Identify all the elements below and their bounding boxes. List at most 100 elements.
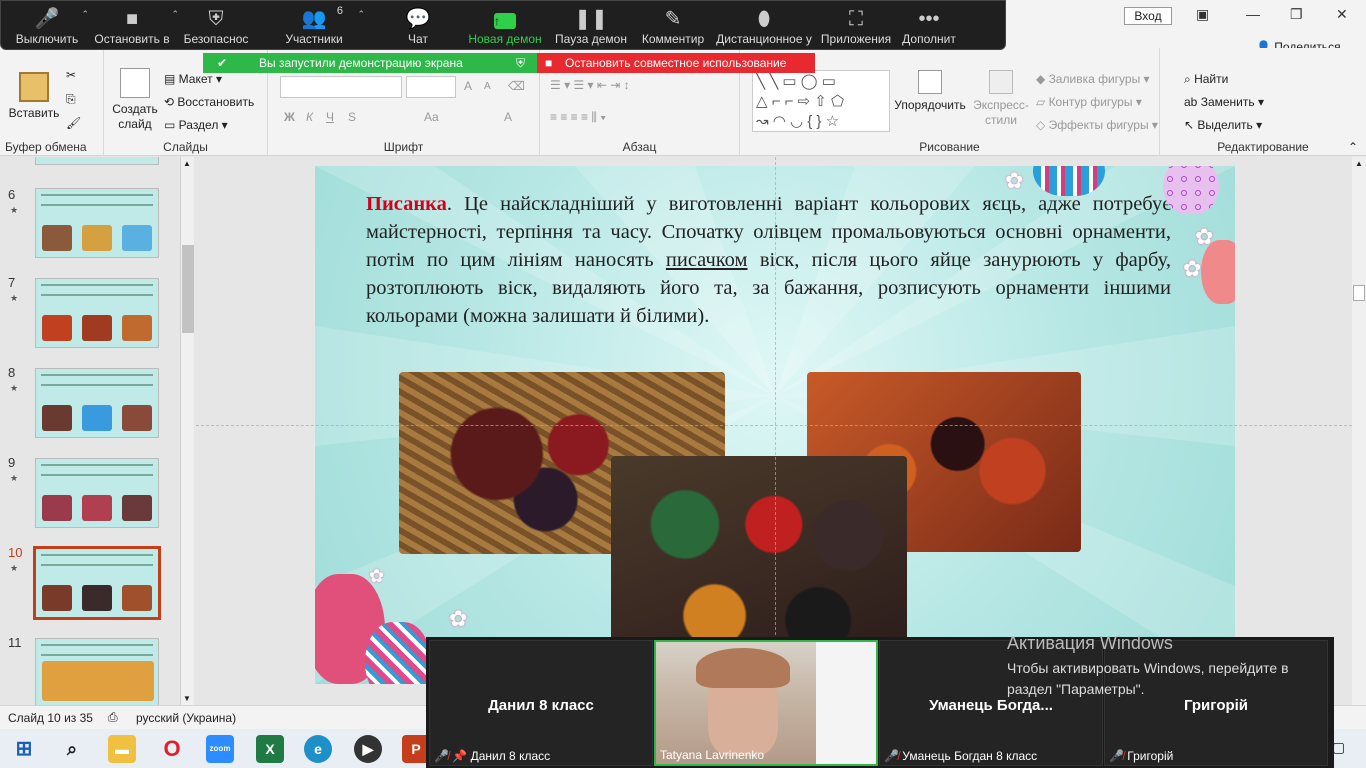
drawing-group-label: Рисование — [919, 140, 980, 154]
shape-fill-button[interactable]: ◆ Заливка фигуры ▾ — [1036, 72, 1150, 86]
increase-font-icon[interactable]: A — [464, 79, 472, 93]
decorative-egg — [365, 622, 431, 684]
stop-icon: ■ — [545, 56, 553, 70]
editing-group-label: Редактирование — [1217, 140, 1309, 154]
new-slide-button[interactable]: Создать слайд — [110, 68, 160, 132]
shape-outline-button[interactable]: ▱ Контур фигуры ▾ — [1036, 95, 1142, 109]
chevron-up-icon[interactable]: ⌃ — [357, 9, 365, 20]
participant-tile-video[interactable]: Tatyana Lavrinenko — [654, 640, 878, 766]
bold-button[interactable]: Ж — [284, 110, 295, 124]
copy-icon[interactable]: ⎘ — [66, 92, 76, 107]
slide-thumbnail-7[interactable] — [35, 278, 159, 348]
windows-start-icon[interactable]: ⊞ — [10, 735, 38, 763]
participant-label: 🎤̸ Уманець Богдан 8 класс — [884, 749, 1037, 763]
participant-label: 🎤̸ Григорій — [1109, 749, 1173, 763]
slide-thumbnail-9[interactable] — [35, 458, 159, 528]
participant-name: Данил 8 класс — [488, 697, 594, 714]
slide-thumbnail-8[interactable] — [35, 368, 159, 438]
excel-icon[interactable]: X — [256, 735, 284, 763]
shape-effects-button[interactable]: ◇ Эффекты фигуры ▾ — [1036, 118, 1158, 132]
stop-video-button[interactable]: ■ Остановить в ⌃ — [87, 1, 179, 49]
check-icon: ✔ — [217, 56, 228, 70]
quick-styles-button[interactable]: Экспресс-стили — [968, 70, 1034, 128]
slide-thumbnail-11[interactable] — [35, 638, 159, 705]
file-explorer-icon[interactable]: ▬ — [108, 735, 136, 763]
select-button[interactable]: ↖ Выделить ▾ — [1184, 118, 1262, 132]
slide-thumbnail-6[interactable] — [35, 188, 159, 258]
reset-button[interactable]: ⟲ Восстановить — [164, 95, 254, 109]
slide-number: 9 — [8, 455, 16, 470]
arrange-button[interactable]: Упорядочить — [892, 70, 968, 113]
change-case-button[interactable]: Aa — [424, 110, 439, 124]
participants-icon: 👥 — [301, 8, 327, 30]
scroll-up-icon[interactable]: ▲ — [183, 159, 191, 168]
flower-icon: ✿ — [1195, 224, 1214, 249]
search-icon[interactable]: ⌕ — [58, 735, 86, 763]
new-share-button[interactable]: ↑ Новая демон — [463, 1, 547, 49]
slide-body-text[interactable]: Писанка. Це найскладніший у виготовленні… — [366, 190, 1171, 330]
apps-button[interactable]: ⛶ Приложения — [817, 1, 895, 49]
chat-button[interactable]: 💬 Чат — [373, 1, 463, 49]
slide-thumbnail-5[interactable] — [35, 157, 159, 165]
minimize-button[interactable]: — — [1246, 6, 1260, 22]
participant-tile[interactable]: Данил 8 класс 🎤̸ 📌 Данил 8 класс — [429, 640, 653, 766]
scroll-up-icon[interactable]: ▲ — [1355, 159, 1363, 168]
flower-icon: ✿ — [1183, 256, 1202, 281]
participant-label-text: Уманець Богдан 8 класс — [902, 749, 1038, 763]
format-painter-icon[interactable]: 🖌 — [66, 116, 81, 130]
participants-count: 6 — [336, 5, 343, 17]
thumb-image — [42, 225, 72, 251]
annotate-button[interactable]: ✎ Комментир — [635, 1, 711, 49]
scroll-down-icon[interactable]: ▼ — [183, 694, 191, 703]
zoom-meeting-toolbar: 🎤 Выключить ⌃ ■ Остановить в ⌃ ⛨ Безопас… — [0, 0, 1006, 50]
thumbnails-scrollbar[interactable]: ▲ ▼ — [180, 157, 194, 705]
mute-button[interactable]: 🎤 Выключить ⌃ — [7, 1, 89, 49]
ribbon-display-icon[interactable]: ▣ — [1196, 6, 1209, 23]
cut-icon[interactable]: ✂ — [66, 68, 76, 82]
underline-button[interactable]: Ч — [326, 110, 334, 124]
decrease-font-icon[interactable]: A — [484, 81, 491, 92]
align-icon[interactable]: ≡ ≡ ≡ ≡ ⫼ ▾ — [550, 110, 606, 125]
select-label: Выделить — [1197, 118, 1253, 132]
edge-icon[interactable]: e — [304, 735, 332, 763]
opera-icon[interactable]: O — [158, 735, 186, 763]
section-button[interactable]: ▭ Раздел ▾ — [164, 118, 228, 132]
language-indicator[interactable]: русский (Украина) — [136, 711, 236, 725]
activation-line1: Чтобы активировать Windows, перейдите в — [1007, 660, 1289, 676]
replace-button[interactable]: ab Заменить ▾ — [1184, 95, 1264, 109]
editing-group: ⌕ Найти ab Заменить ▾ ↖ Выделить ▾ ⌃ Ред… — [1160, 48, 1366, 156]
more-button[interactable]: ••• Дополнит — [895, 1, 963, 49]
media-player-icon[interactable]: ▶ — [354, 735, 382, 763]
bullets-icon[interactable]: ☰ ▾ ☰ ▾ ⇤ ⇥ ↕ — [550, 78, 630, 92]
shapes-gallery[interactable]: ╲ ╲ ▭ ◯ ▭ △ ⌐ ⌐ ⇨ ⇧ ⬠ ↝ ◠ ◡ { } ☆ — [752, 70, 890, 132]
clear-format-icon[interactable]: ⌫ — [508, 79, 525, 93]
scrollbar-thumb[interactable] — [1353, 285, 1365, 301]
shadow-button[interactable]: S — [348, 110, 356, 124]
pause-share-button[interactable]: ❚❚ Пауза демон — [547, 1, 635, 49]
close-button[interactable]: ✕ — [1336, 6, 1348, 23]
layout-button[interactable]: ▤ Макет ▾ — [164, 72, 222, 86]
flower-icon: ✿ — [1005, 168, 1024, 193]
paste-button[interactable]: Вставить — [6, 72, 62, 121]
participants-button[interactable]: 👥 Участники 6 ⌃ — [255, 1, 373, 49]
security-button[interactable]: ⛨ Безопаснос — [177, 1, 255, 49]
maximize-button[interactable]: ❐ — [1290, 6, 1303, 23]
font-name-combo[interactable] — [280, 76, 402, 98]
remote-control-button[interactable]: ⬮ Дистанционное у — [711, 1, 817, 49]
thumb-text — [41, 554, 153, 566]
font-size-combo[interactable] — [406, 76, 456, 98]
slide-thumbnail-10[interactable] — [33, 546, 161, 620]
zoom-icon[interactable]: zoom — [206, 735, 234, 763]
find-button[interactable]: ⌕ Найти — [1184, 72, 1228, 87]
chat-icon: 💬 — [405, 8, 431, 30]
italic-button[interactable]: К — [306, 110, 313, 124]
slide-scrollbar[interactable]: ▲ — [1352, 157, 1366, 705]
font-color-button[interactable]: A — [504, 110, 512, 124]
quick-styles-label: Экспресс-стили — [973, 98, 1029, 127]
flower-icon: ✿ — [449, 606, 468, 631]
participant-label-text: Tatyana Lavrinenko — [660, 748, 765, 762]
signin-button[interactable]: Вход — [1124, 7, 1172, 25]
spellcheck-icon[interactable]: ⎙ — [108, 710, 118, 725]
scrollbar-thumb[interactable] — [182, 245, 194, 333]
stop-share-button[interactable]: ■ Остановить совместное использование — [537, 53, 815, 73]
